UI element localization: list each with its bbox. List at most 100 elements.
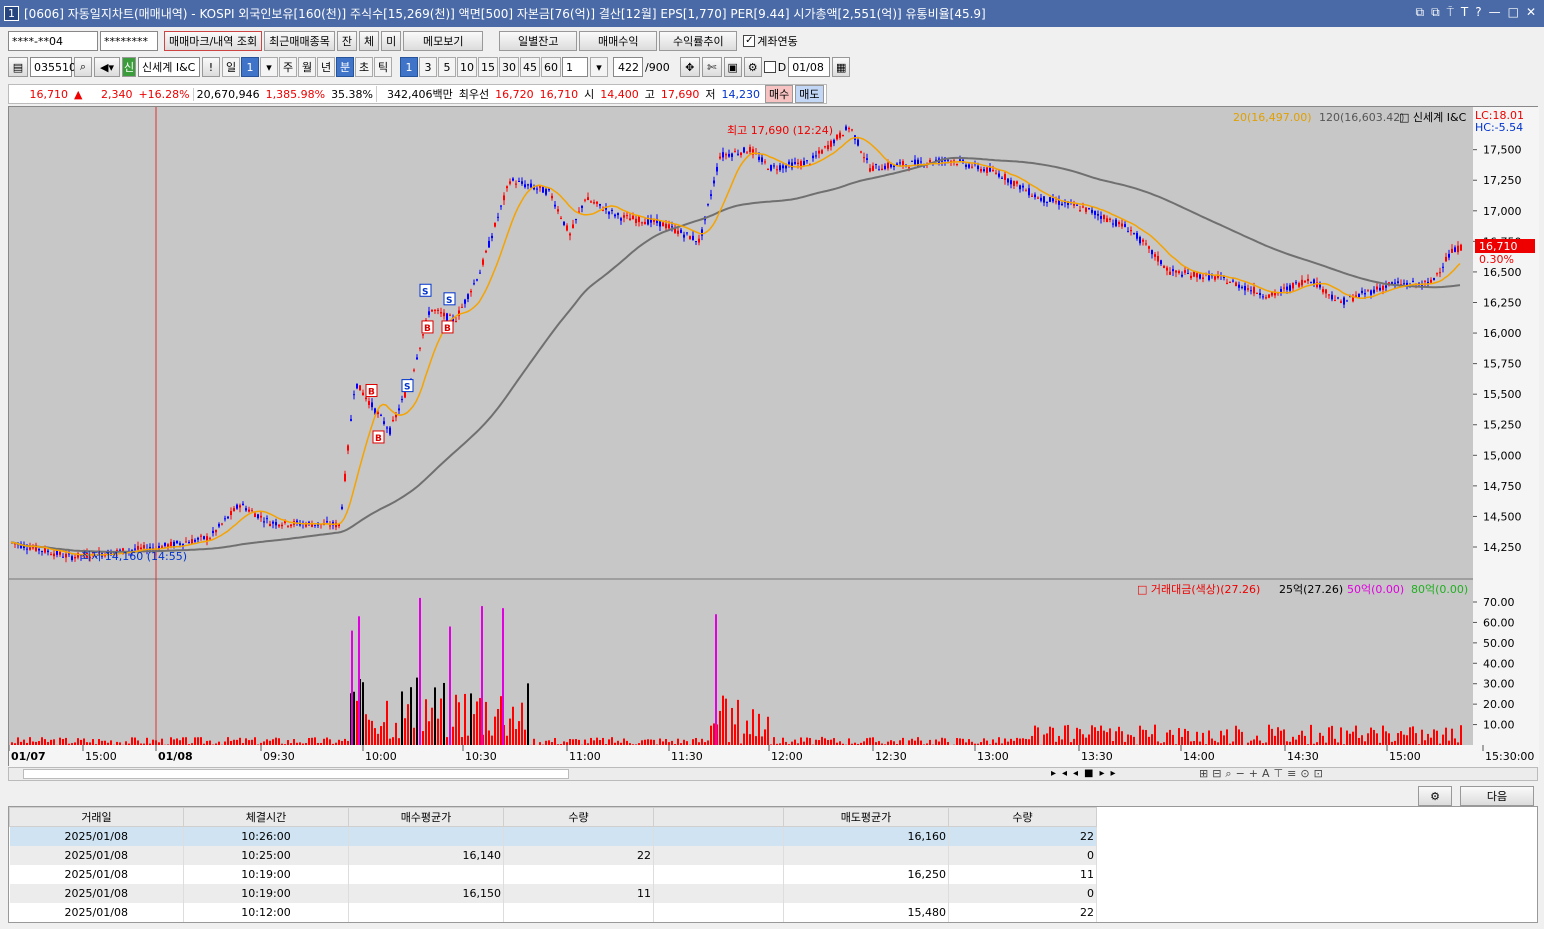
candle-body — [638, 216, 640, 223]
password-field[interactable]: ******** — [100, 31, 158, 51]
minute-30[interactable]: 30 — [499, 57, 519, 77]
tile-icon[interactable]: ⧉ — [1431, 5, 1440, 20]
close-icon[interactable]: ✕ — [1526, 5, 1536, 20]
volume-bar — [797, 743, 799, 745]
volume-bar — [500, 696, 502, 745]
candle-body — [503, 195, 505, 201]
candle-body — [206, 536, 208, 541]
period-week[interactable]: 주 — [279, 57, 297, 77]
next-button[interactable]: 다음 — [1460, 786, 1534, 806]
price-chart[interactable]: BBSSBBS 17,50017,25017,00016,75016,50016… — [8, 107, 1539, 767]
volume-bar — [761, 736, 763, 745]
search-icon[interactable]: ⌕ — [74, 57, 92, 77]
period-month[interactable]: 월 — [298, 57, 316, 77]
candle-body — [803, 161, 805, 166]
save-icon[interactable]: ▣ — [723, 57, 742, 77]
minute-3[interactable]: 3 — [419, 57, 437, 77]
period-tick[interactable]: 틱 — [374, 57, 392, 77]
tools-icon[interactable]: ✄ — [701, 57, 722, 77]
candle-body — [557, 209, 559, 212]
buy-button[interactable]: 매수 — [765, 85, 794, 103]
scroll-thumb[interactable] — [23, 769, 569, 779]
candle-body — [1151, 250, 1153, 255]
candle-body — [230, 511, 232, 516]
volume-bar — [737, 699, 739, 745]
candle-body — [62, 556, 64, 558]
count-input[interactable]: 422 — [613, 57, 643, 77]
candle-body — [767, 169, 769, 171]
candle-body — [920, 161, 922, 163]
period-year[interactable]: 년 — [317, 57, 335, 77]
unit-chevron-icon[interactable]: ▾ — [590, 57, 608, 77]
volume-bar — [473, 714, 475, 745]
jan-button[interactable]: 잔 — [336, 31, 358, 51]
col-sell-qty: 수량 — [948, 807, 1097, 827]
chart-area[interactable]: BBSSBBS 17,50017,25017,00016,75016,50016… — [8, 106, 1539, 767]
period-minute[interactable]: 분 — [336, 57, 354, 77]
crosshair-icon[interactable]: ✥ — [679, 57, 700, 77]
trade-profit-button[interactable]: 매매수익 — [579, 31, 658, 51]
table-row[interactable]: 2025/01/08 10:19:00 16,250 11 — [9, 864, 1097, 884]
table-row[interactable]: 2025/01/08 10:12:00 15,480 22 — [9, 902, 1097, 922]
minimize-icon[interactable]: — — [1489, 5, 1501, 20]
mark-lookup-button[interactable]: 매매마크/내역 조회 — [164, 31, 263, 51]
minute-5[interactable]: 5 — [438, 57, 456, 77]
daily-balance-button[interactable]: 일별잔고 — [499, 31, 578, 51]
title-bar: 1 [0606] 자동일지차트(매매내역) - KOSPI 외국인보유[160(… — [0, 0, 1544, 27]
candle-body — [779, 165, 781, 171]
col-buy-qty: 수량 — [503, 807, 654, 827]
stock-code-input[interactable]: 035510 — [30, 57, 76, 77]
memo-button[interactable]: 메모보기 — [403, 31, 484, 51]
candle-body — [521, 181, 523, 184]
chart-scrollbar[interactable]: ▸◂◂■▸▸ ⊞⊟⌕−+A⊤≡⊙⊡ — [8, 767, 1538, 781]
return-trend-button[interactable]: 수익률추이 — [659, 31, 738, 51]
playback-controls[interactable]: ▸◂◂■▸▸ — [1051, 768, 1122, 779]
calendar-icon[interactable]: ▦ — [832, 57, 851, 77]
settings-icon[interactable]: ⚙ — [1418, 786, 1452, 806]
candle-body — [467, 294, 469, 300]
minute-45[interactable]: 45 — [520, 57, 540, 77]
volume-bar — [251, 739, 253, 745]
candle-body — [1007, 178, 1009, 183]
period-day[interactable]: 일 — [222, 57, 240, 77]
period-second[interactable]: 초 — [355, 57, 373, 77]
pin-icon[interactable]: ⍑ — [1447, 5, 1454, 20]
period-day-count[interactable]: 1 — [241, 57, 259, 77]
candle-body — [611, 209, 613, 211]
font-icon[interactable]: T — [1461, 5, 1468, 20]
table-cell: 10:19:00 — [183, 883, 349, 903]
minute-60[interactable]: 60 — [541, 57, 561, 77]
alert-button[interactable]: ! — [202, 57, 220, 77]
restore-icon[interactable]: ⧉ — [1416, 5, 1425, 20]
candle-body — [710, 194, 712, 197]
candle-body — [848, 127, 850, 130]
account-link-label: 계좌연동 — [757, 35, 798, 48]
unit-input[interactable]: 1 — [562, 57, 588, 77]
gear-icon[interactable]: ⚙ — [743, 57, 762, 77]
chevron-down-icon[interactable]: ▾ — [260, 57, 278, 77]
maximize-icon[interactable]: □ — [1508, 5, 1519, 20]
minute-1[interactable]: 1 — [400, 57, 418, 77]
volume-bar — [1202, 732, 1204, 745]
volume-bar — [674, 744, 676, 745]
recent-stocks-button[interactable]: 최근매매종목 — [264, 31, 335, 51]
date-checkbox[interactable] — [763, 61, 776, 73]
table-row[interactable]: 2025/01/08 10:19:00 16,150 11 0 — [9, 883, 1097, 903]
help-icon[interactable]: ? — [1475, 5, 1481, 20]
minute-10[interactable]: 10 — [457, 57, 477, 77]
layout-icon[interactable]: ▤ — [8, 57, 28, 77]
candle-body — [719, 156, 721, 159]
minute-15[interactable]: 15 — [478, 57, 498, 77]
volume-bar — [764, 729, 766, 745]
candle-body — [635, 218, 637, 223]
drawing-tools-icon[interactable]: ⊞⊟⌕−+A⊤≡⊙⊡ — [1199, 767, 1327, 781]
date-input[interactable]: 01/08 — [788, 57, 831, 77]
sell-button[interactable]: 매도 — [795, 85, 824, 103]
speaker-icon[interactable]: ◀▾ — [94, 57, 120, 77]
table-row[interactable]: 2025/01/08 10:26:00 16,160 22 — [9, 826, 1097, 846]
account-select[interactable]: ****-**04 — [8, 31, 98, 51]
table-row[interactable]: 2025/01/08 10:25:00 16,140 22 0 — [9, 845, 1097, 865]
mi-button[interactable]: 미 — [381, 31, 402, 51]
che-button[interactable]: 체 — [359, 31, 380, 51]
account-link-checkbox[interactable]: ✓ — [743, 35, 756, 47]
